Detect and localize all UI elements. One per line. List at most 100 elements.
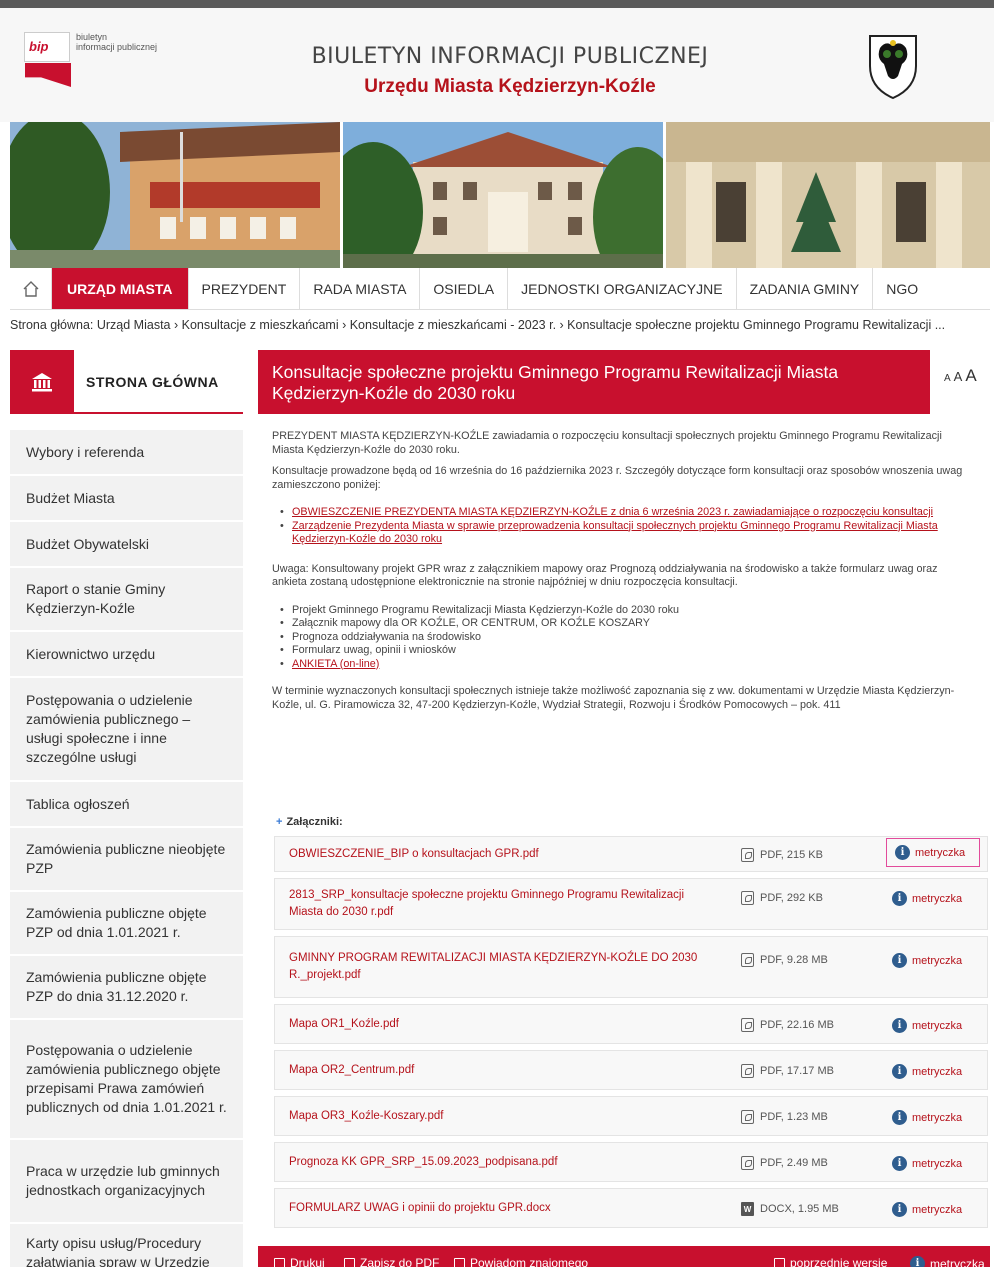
sidebar-item-tablica[interactable]: Tablica ogłoszeń <box>10 782 243 828</box>
doc-item: Załącznik mapowy dla OR KOŹLE, OR CENTRU… <box>280 617 972 631</box>
attachments-label: Załączniki: <box>286 816 343 828</box>
attachment-row: Mapa OR2_Centrum.pdf PDF, 17.17 MB i metr… <box>274 1050 988 1090</box>
attachment-size: PDF, 17.17 MB <box>760 1065 834 1077</box>
columns-building-photo <box>666 122 990 268</box>
notify-label: Powiadom znajomego <box>470 1256 589 1267</box>
info-icon: i <box>892 1156 907 1171</box>
sidebar-item-pzp-2020[interactable]: Zamówienia publiczne objęte PZP do dnia … <box>10 956 243 1020</box>
metryczka-label: metryczka <box>912 892 963 905</box>
attachment-link[interactable]: OBWIESZCZENIE_BIP o konsultacjach GPR.pd… <box>289 846 709 863</box>
sidebar-item-pzp-2021[interactable]: Zamówienia publiczne objęte PZP od dnia … <box>10 892 243 956</box>
metryczka-label: metryczka <box>912 954 963 967</box>
attachment-size: PDF, 215 KB <box>760 849 823 861</box>
attachment-link[interactable]: Mapa OR2_Centrum.pdf <box>289 1062 709 1079</box>
town-hall-photo <box>10 122 340 268</box>
info-icon: i <box>910 1256 925 1267</box>
nav-ngo[interactable]: NGO <box>873 268 931 309</box>
sidebar-item-kierownictwo[interactable]: Kierownictwo urzędu <box>10 632 243 678</box>
nav-prezydent[interactable]: PREZYDENT <box>189 268 301 309</box>
main-nav: URZĄD MIASTA PREZYDENT RADA MIASTA OSIED… <box>10 268 990 310</box>
city-crest-icon <box>869 35 917 100</box>
info-icon: i <box>892 1018 907 1033</box>
metryczka-link[interactable]: i metryczka <box>892 1110 962 1125</box>
sidebar-item-wybory[interactable]: Wybory i referenda <box>10 430 243 476</box>
attachment-meta: W DOCX, 1.95 MB <box>741 1202 839 1216</box>
sidebar-menu: Wybory i referenda Budżet Miasta Budżet … <box>10 430 243 1267</box>
font-size-small[interactable]: A <box>944 373 951 384</box>
font-size-large[interactable]: A <box>965 366 976 385</box>
nav-urzad-miasta[interactable]: URZĄD MIASTA <box>52 268 189 309</box>
save-pdf-button[interactable]: Zapisz do PDF <box>344 1256 439 1267</box>
pdf-icon <box>344 1257 355 1267</box>
save-pdf-label: Zapisz do PDF <box>360 1256 440 1267</box>
nav-zadania-gminy[interactable]: ZADANIA GMINY <box>737 268 874 309</box>
doc-item: Formularz uwag, opinii i wniosków <box>280 644 972 658</box>
link-ankieta[interactable]: ANKIETA (on-line) <box>292 658 379 670</box>
metryczka-link[interactable]: i metryczka <box>892 953 962 968</box>
attachment-link[interactable]: GMINNY PROGRAM REWITALIZACJI MIASTA KĘDZ… <box>289 950 709 984</box>
attachment-size: PDF, 1.23 MB <box>760 1111 828 1123</box>
pdf-icon <box>741 1018 754 1032</box>
attachment-link[interactable]: Prognoza KK GPR_SRP_15.09.2023_podpisana… <box>289 1154 709 1171</box>
footer-metryczka-label: metryczka <box>930 1256 985 1267</box>
sidebar-item-raport[interactable]: Raport o stanie Gminy Kędzierzyn-Koźle <box>10 568 243 632</box>
bip-flag-icon: bip <box>24 32 71 87</box>
article-body: PREZYDENT MIASTA KĘDZIERZYN-KOŹLE zawiad… <box>272 430 972 720</box>
sidebar-item-uslugi-spoleczne[interactable]: Postępowania o udzielenie zamówienia pub… <box>10 678 243 782</box>
metryczka-label: metryczka <box>912 1065 963 1078</box>
paragraph-announcement: PREZYDENT MIASTA KĘDZIERZYN-KOŹLE zawiad… <box>272 430 942 456</box>
breadcrumb[interactable]: Strona główna: Urząd Miasta › Konsultacj… <box>10 318 994 338</box>
nav-osiedla[interactable]: OSIEDLA <box>420 268 509 309</box>
sidebar-item-praca[interactable]: Praca w urzędzie lub gminnych jednostkac… <box>10 1140 243 1224</box>
attachment-link[interactable]: 2813_SRP_konsultacje społeczne projektu … <box>289 887 709 921</box>
villa-photo <box>343 122 663 268</box>
bip-logo[interactable]: bip biuletyn informacji publicznej <box>24 32 184 92</box>
footer-metryczka-button[interactable]: i metryczka <box>910 1256 985 1267</box>
attachment-link[interactable]: Mapa OR3_Koźle-Koszary.pdf <box>289 1108 709 1125</box>
font-size-switcher: AAA <box>944 366 994 386</box>
attachment-row: Mapa OR3_Koźle-Koszary.pdf PDF, 1.23 MB … <box>274 1096 988 1136</box>
metryczka-label: metryczka <box>912 1019 963 1032</box>
font-size-medium[interactable]: A <box>954 369 963 384</box>
metryczka-link[interactable]: i metryczka <box>892 891 962 906</box>
attachment-meta: PDF, 22.16 MB <box>741 1018 834 1032</box>
paragraph-dates: Konsultacje prowadzone będą od 16 wrześn… <box>272 465 963 491</box>
attachment-link[interactable]: Mapa OR1_Koźle.pdf <box>289 1016 709 1033</box>
header-photo-banner <box>10 122 990 268</box>
pdf-icon <box>741 891 754 905</box>
metryczka-link[interactable]: i metryczka <box>886 838 981 867</box>
link-obwieszczenie[interactable]: OBWIESZCZENIE PREZYDENTA MIASTA KĘDZIERZ… <box>292 506 933 518</box>
site-title: BIULETYN INFORMACJI PUBLICZNEJ <box>311 44 709 69</box>
attachment-row: FORMULARZ UWAG i opinii do projektu GPR.… <box>274 1188 988 1228</box>
metryczka-link[interactable]: i metryczka <box>892 1018 962 1033</box>
notify-friend-button[interactable]: Powiadom znajomego <box>454 1256 588 1267</box>
previous-versions-button[interactable]: poprzednie wersje <box>774 1256 887 1267</box>
link-zarzadzenie[interactable]: Zarządzenie Prezydenta Miasta w sprawie … <box>292 520 938 546</box>
sidebar-item-postepowania[interactable]: Postępowania o udzielenie zamówienia pub… <box>10 1020 243 1140</box>
print-button[interactable]: Drukuj <box>274 1256 325 1267</box>
site-subtitle: Urzędu Miasta Kędzierzyn-Koźle <box>364 76 656 97</box>
info-icon: i <box>892 1202 907 1217</box>
site-header: bip biuletyn informacji publicznej BIULE… <box>0 8 994 122</box>
attachment-size: DOCX, 1.95 MB <box>760 1203 839 1215</box>
attachment-meta: PDF, 215 KB <box>741 848 823 862</box>
building-icon <box>10 350 74 414</box>
attachment-row: Mapa OR1_Koźle.pdf PDF, 22.16 MB i metryc… <box>274 1004 988 1044</box>
metryczka-link[interactable]: i metryczka <box>892 1156 962 1171</box>
nav-jednostki[interactable]: JEDNOSTKI ORGANIZACYJNE <box>508 268 737 309</box>
paragraph-note: Uwaga: Konsultowany projekt GPR wraz z z… <box>272 562 938 589</box>
sidebar-item-karty-opisu[interactable]: Karty opisu usług/Procedury załatwiania … <box>10 1224 243 1267</box>
doc-item: Projekt Gminnego Programu Rewitalizacji … <box>280 604 972 618</box>
sidebar-home-link[interactable]: STRONA GŁÓWNA <box>10 350 243 414</box>
attachment-link[interactable]: FORMULARZ UWAG i opinii do projektu GPR.… <box>289 1200 709 1217</box>
attachment-size: PDF, 9.28 MB <box>760 954 828 966</box>
sidebar-item-budzet-obywatelski[interactable]: Budżet Obywatelski <box>10 522 243 568</box>
word-doc-icon: W <box>741 1202 754 1216</box>
metryczka-link[interactable]: i metryczka <box>892 1064 962 1079</box>
attachment-size: PDF, 22.16 MB <box>760 1019 834 1031</box>
sidebar-item-budzet-miasta[interactable]: Budżet Miasta <box>10 476 243 522</box>
sidebar-item-nieobjete-pzp[interactable]: Zamówienia publiczne nieobjęte PZP <box>10 828 243 892</box>
nav-rada-miasta[interactable]: RADA MIASTA <box>300 268 421 309</box>
home-nav-button[interactable] <box>10 268 52 309</box>
metryczka-link[interactable]: i metryczka <box>892 1202 962 1217</box>
